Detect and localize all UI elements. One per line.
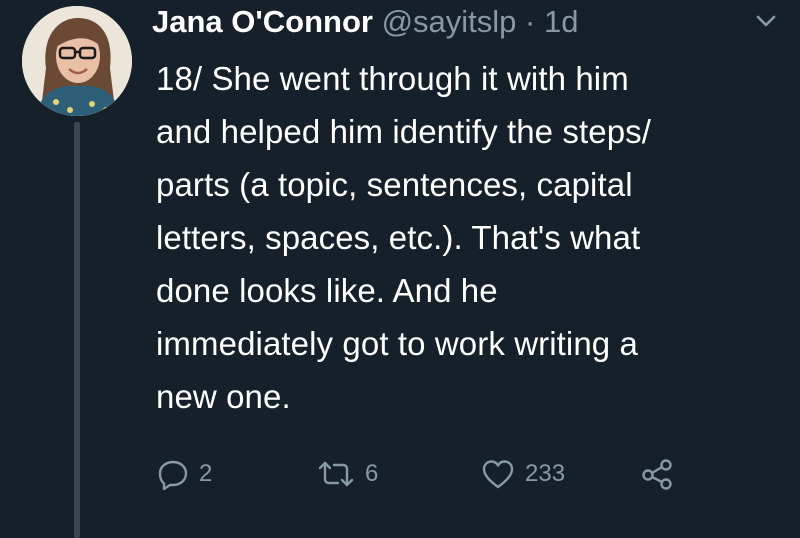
share-button[interactable] — [640, 454, 674, 494]
author-name[interactable]: Jana O'Connor — [152, 4, 373, 39]
tweet[interactable]: Jana O'Connor @sayitslp · 1d 18/ She wen… — [0, 0, 800, 538]
like-count: 233 — [525, 460, 566, 487]
reply-count: 2 — [199, 460, 213, 487]
tweet-header: Jana O'Connor @sayitslp · 1d — [152, 2, 578, 42]
author-handle[interactable]: @sayitslp — [382, 4, 517, 39]
like-button[interactable]: 233 — [480, 454, 565, 494]
retweet-button[interactable]: 6 — [316, 454, 378, 494]
reply-button[interactable]: 2 — [156, 454, 212, 494]
retweet-count: 6 — [365, 460, 379, 487]
heart-icon — [482, 460, 514, 489]
timestamp[interactable]: 1d — [544, 4, 578, 39]
tweet-text: 18/ She went through it with him and hel… — [156, 60, 652, 415]
thread-line — [74, 122, 80, 538]
avatar[interactable] — [22, 6, 132, 116]
avatar-photo — [22, 6, 132, 116]
retweet-icon — [318, 461, 354, 487]
chevron-down-icon[interactable] — [752, 10, 780, 32]
share-icon — [642, 459, 672, 490]
reply-icon — [158, 460, 188, 491]
action-bar: 2 6 233 — [156, 454, 716, 494]
separator: · — [525, 4, 536, 39]
